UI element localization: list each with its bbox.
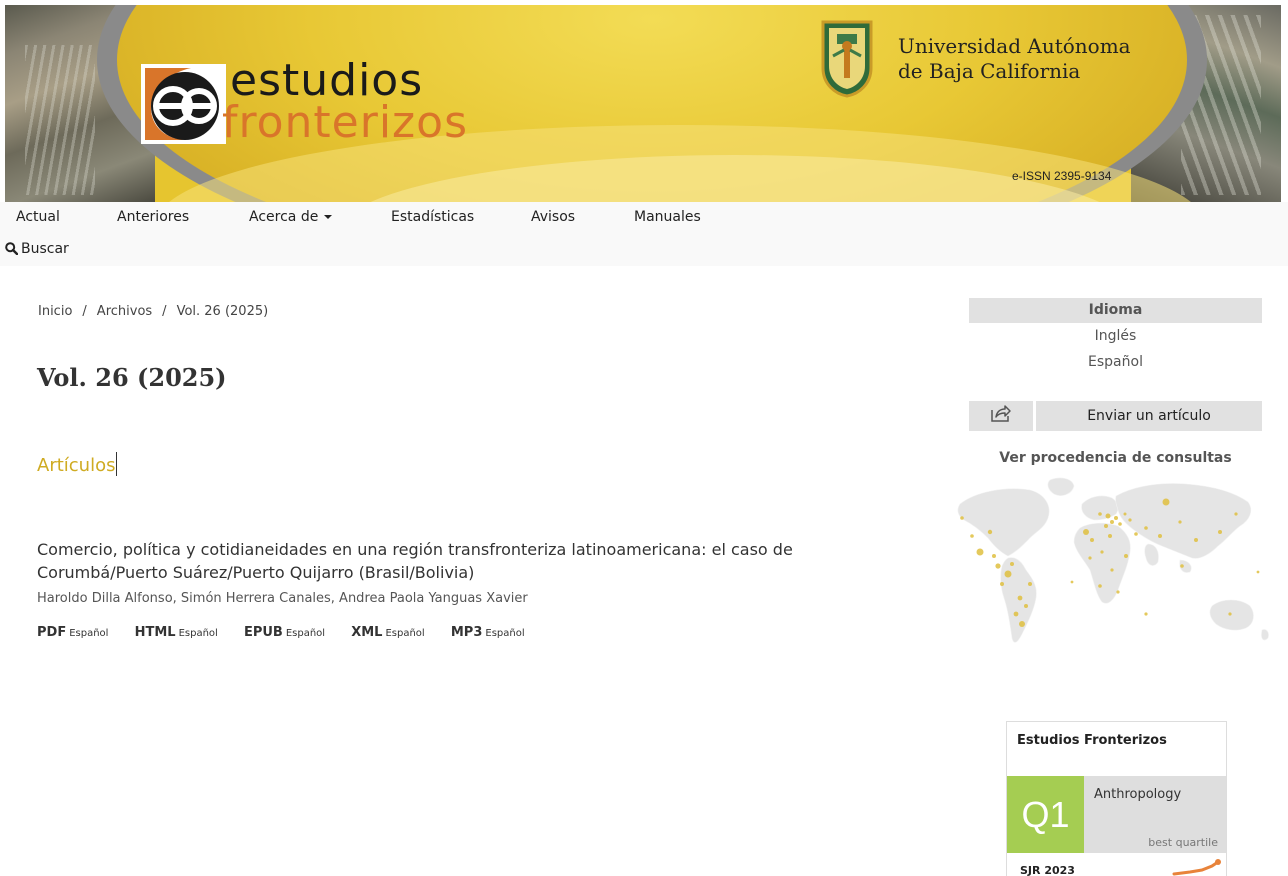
galley-xml-link[interactable]: XML Español: [351, 625, 425, 640]
breadcrumb: Inicio / Archivos / Vol. 26 (2025): [38, 304, 268, 319]
galley-epub-link[interactable]: EPUB Español: [244, 625, 325, 640]
nav-item-actual[interactable]: Actual: [16, 209, 60, 225]
search-link[interactable]: Buscar: [5, 241, 69, 257]
search-icon: [5, 242, 19, 256]
article-authors: Haroldo Dilla Alfonso, Simón Herrera Can…: [37, 591, 528, 606]
text-cursor: [116, 452, 118, 476]
galley-format: PDF: [37, 625, 67, 640]
nav-item-acerca-de[interactable]: Acerca de: [249, 209, 333, 225]
nav-item-manuales[interactable]: Manuales: [634, 209, 701, 225]
submit-icon-box[interactable]: [969, 401, 1033, 431]
sjr-trend-sparkline: [1172, 859, 1221, 876]
university-name-line: Universidad Autónoma: [898, 34, 1131, 58]
sjr-journal-name: Estudios Fronterizos: [1017, 733, 1167, 748]
breadcrumb-separator: /: [162, 304, 167, 319]
section-title: Artículos: [37, 452, 118, 476]
nav-item-label: Acerca de: [249, 209, 319, 225]
search-label: Buscar: [21, 241, 69, 257]
submit-article-button[interactable]: Enviar un artículo: [1036, 401, 1262, 431]
galley-pdf-link[interactable]: PDF Español: [37, 625, 108, 640]
article-title-link[interactable]: Comercio, política y cotidianeidades en …: [37, 538, 917, 584]
sjr-best-quartile-label: best quartile: [1148, 836, 1218, 849]
language-option-ingles[interactable]: Inglés: [969, 328, 1262, 344]
language-heading: Idioma: [969, 298, 1262, 323]
sjr-year-label: SJR 2023: [1020, 864, 1075, 876]
university-name: Universidad Autónoma de Baja California: [898, 34, 1131, 84]
galley-format: EPUB: [243, 625, 283, 640]
university-seal-icon: [821, 20, 873, 98]
galley-html-link[interactable]: HTML Español: [135, 625, 218, 640]
primary-nav: Actual Anteriores Acerca de Estadísticas…: [0, 202, 1288, 266]
issn-label: e-ISSN 2395-9134: [1012, 169, 1112, 183]
galley-format: XML: [351, 625, 383, 640]
breadcrumb-archivos[interactable]: Archivos: [97, 304, 152, 319]
galley-lang: Español: [178, 628, 218, 639]
visitor-world-map[interactable]: [950, 474, 1280, 664]
galley-lang: Español: [69, 628, 109, 639]
nav-item-estadisticas[interactable]: Estadísticas: [391, 209, 474, 225]
galley-mp3-link[interactable]: MP3 Español: [451, 625, 525, 640]
journal-logo-icon[interactable]: [141, 64, 226, 144]
sjr-category: Anthropology: [1094, 787, 1182, 802]
galley-lang: Español: [285, 628, 326, 639]
nav-item-avisos[interactable]: Avisos: [531, 209, 575, 225]
galley-lang: Español: [385, 628, 425, 639]
breadcrumb-current: Vol. 26 (2025): [176, 304, 269, 319]
breadcrumb-separator: /: [82, 304, 87, 319]
logo-word-estudios: estudios: [230, 55, 424, 106]
logo-word-fronterizos: fronterizos: [222, 97, 468, 148]
galley-format: MP3: [450, 625, 483, 640]
breadcrumb-inicio[interactable]: Inicio: [38, 304, 72, 319]
section-title-text: Artículos: [37, 455, 116, 476]
sjr-quartile: Q1: [1007, 776, 1084, 853]
galley-lang: Español: [485, 628, 525, 639]
caret-down-icon: [324, 215, 333, 219]
page-title: Vol. 26 (2025): [37, 363, 227, 392]
nav-item-anteriores[interactable]: Anteriores: [117, 209, 189, 225]
share-icon: [991, 405, 1011, 422]
galley-format: HTML: [134, 625, 176, 640]
map-title: Ver procedencia de consultas: [999, 450, 1232, 466]
university-name-line: de Baja California: [898, 59, 1081, 83]
galley-links: PDF Español HTML Español EPUB Español XML Es…: [37, 625, 547, 640]
language-option-espanol[interactable]: Español: [969, 354, 1262, 370]
sjr-widget[interactable]: Estudios Fronterizos Q1 Anthropology bes…: [1006, 721, 1227, 876]
journal-logo-text[interactable]: estudios fronterizos: [222, 55, 468, 145]
sjr-category-box: Anthropology best quartile: [1084, 776, 1226, 853]
